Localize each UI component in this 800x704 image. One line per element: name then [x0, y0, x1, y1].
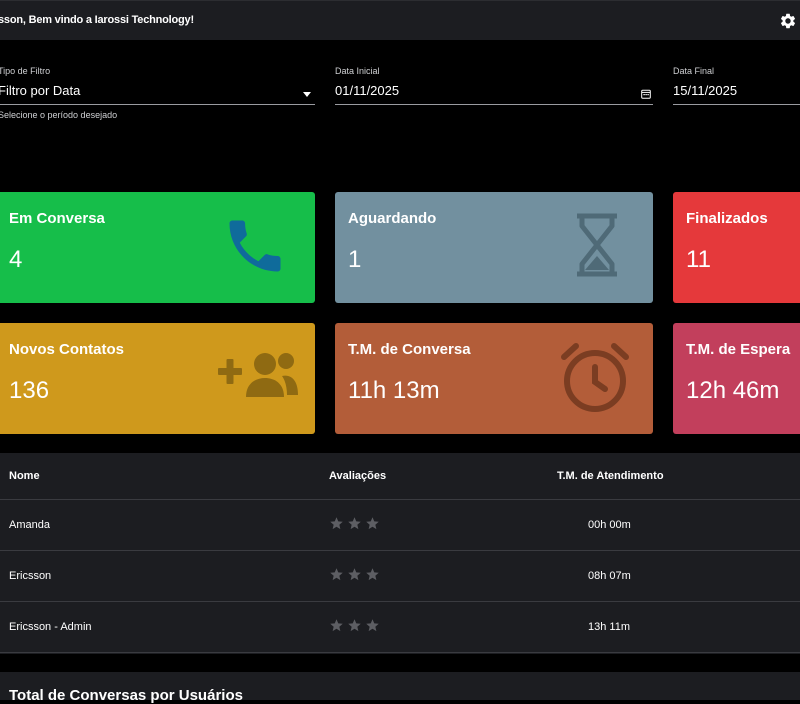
end-date-value: 15/11/2025	[673, 83, 738, 98]
card-value: 136	[9, 377, 50, 404]
phone-icon	[229, 220, 281, 272]
alarm-clock-icon	[561, 343, 629, 412]
rating-stars	[329, 567, 380, 582]
start-date-value: 01/11/2025	[335, 83, 400, 98]
start-date-label: Data Inicial	[335, 66, 380, 76]
avg-time: 08h 07m	[588, 570, 631, 582]
users-table: Nome Avaliações T.M. de Atendimento Aman…	[0, 453, 800, 654]
card-value: 12h 46m	[686, 377, 780, 404]
field-underline	[335, 104, 653, 105]
rating-stars	[329, 516, 380, 531]
column-header-name[interactable]: Nome	[9, 470, 40, 482]
app-header: sson, Bem vindo a Iarossi Technology!	[0, 0, 800, 40]
table-row: Amanda 00h 00m	[0, 499, 800, 550]
card-tm-conversa[interactable]: T.M. de Conversa 11h 13m	[335, 323, 653, 434]
avg-time: 13h 11m	[588, 621, 630, 633]
field-underline	[673, 104, 800, 105]
star-icon	[348, 517, 361, 530]
end-date-field[interactable]: Data Final 15/11/2025	[673, 66, 800, 106]
rating-stars	[329, 618, 380, 633]
table-divider	[0, 652, 800, 653]
user-name: Amanda	[9, 519, 50, 531]
star-icon	[366, 568, 379, 581]
star-icon	[330, 619, 343, 632]
filter-type-label: Tipo de Filtro	[0, 66, 51, 76]
card-value: 1	[348, 246, 362, 273]
star-icon	[348, 568, 361, 581]
end-date-label: Data Final	[673, 66, 715, 76]
column-header-ratings[interactable]: Avaliações	[329, 470, 386, 482]
card-title: T.M. de Espera	[686, 341, 791, 358]
column-header-avg-time[interactable]: T.M. de Atendimento	[557, 470, 664, 482]
card-title: Finalizados	[686, 210, 768, 227]
filter-type-value: Filtro por Data	[0, 83, 81, 98]
user-name: Ericsson - Admin	[9, 621, 92, 633]
star-icon	[330, 568, 343, 581]
card-value: 11	[686, 246, 711, 273]
card-novos-contatos[interactable]: Novos Contatos 136	[0, 323, 315, 434]
card-aguardando[interactable]: Aguardando 1	[335, 192, 653, 303]
table-row: Ericsson - Admin 13h 11m	[0, 601, 800, 652]
star-icon	[330, 517, 343, 530]
welcome-text: sson, Bem vindo a Iarossi Technology!	[0, 14, 194, 26]
table-header: Nome Avaliações T.M. de Atendimento	[0, 453, 800, 499]
user-name: Ericsson	[9, 570, 52, 582]
card-finalizados[interactable]: Finalizados 11	[673, 192, 800, 303]
filter-type-help: Selecione o período desejado	[0, 110, 118, 120]
hourglass-icon	[577, 213, 617, 277]
card-value: 11h 13m	[348, 377, 440, 404]
table-row: Ericsson 08h 07m	[0, 550, 800, 601]
filter-type-select[interactable]: Tipo de Filtro Filtro por Data Selecione…	[0, 66, 315, 120]
avg-time: 00h 00m	[588, 519, 631, 531]
field-underline	[0, 104, 315, 105]
card-em-conversa[interactable]: Em Conversa 4	[0, 192, 315, 303]
gear-icon[interactable]	[779, 12, 797, 30]
star-icon	[366, 619, 379, 632]
card-title: Novos Contatos	[9, 341, 125, 358]
start-date-field[interactable]: Data Inicial 01/11/2025	[335, 66, 653, 106]
section-title: Total de Conversas por Usuários	[9, 687, 243, 704]
card-title: Aguardando	[348, 210, 437, 227]
calendar-icon[interactable]	[641, 89, 651, 99]
star-icon	[348, 619, 361, 632]
card-tm-espera[interactable]: T.M. de Espera 12h 46m	[673, 323, 800, 434]
card-title: Em Conversa	[9, 210, 105, 227]
card-title: T.M. de Conversa	[348, 341, 471, 358]
chart-section: Total de Conversas por Usuários	[0, 672, 800, 704]
card-value: 4	[9, 246, 23, 273]
add-group-icon	[218, 353, 298, 397]
chevron-down-icon	[303, 92, 311, 97]
star-icon	[366, 517, 379, 530]
